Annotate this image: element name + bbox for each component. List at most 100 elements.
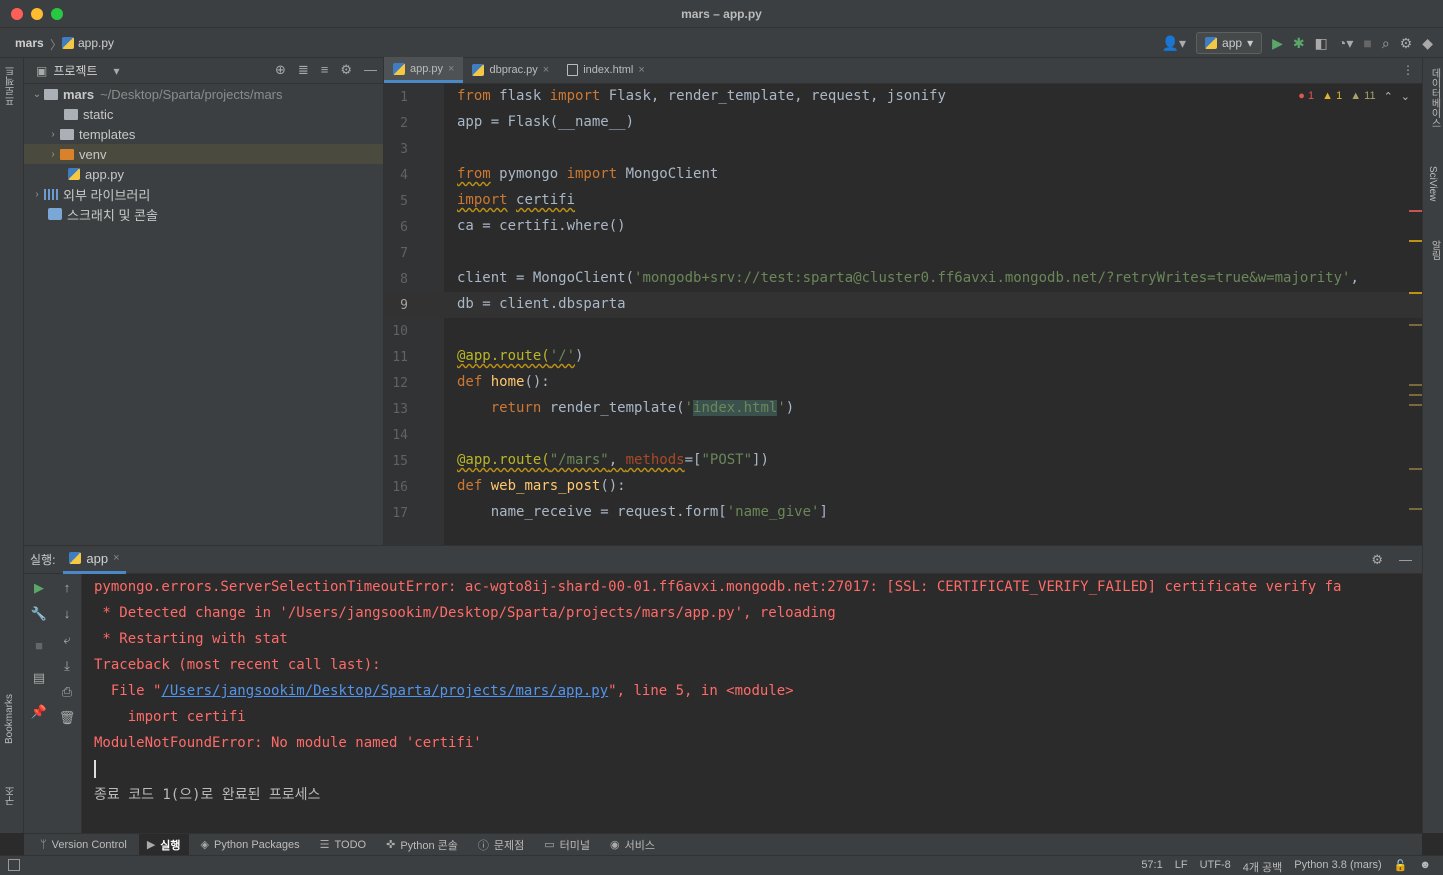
database-tool-button[interactable]: 데이터베이스 [1427, 68, 1442, 128]
weak-marker[interactable] [1409, 508, 1422, 510]
gear-icon[interactable]: ⚙ [340, 62, 352, 78]
gear-icon[interactable]: ⚙ [1371, 552, 1383, 568]
traceback-file-link[interactable]: /Users/jangsookim/Desktop/Sparta/project… [161, 683, 608, 699]
chevron-right-icon[interactable]: › [30, 189, 44, 200]
tree-item-templates[interactable]: › templates [24, 124, 383, 144]
tab-version-control[interactable]: ᛘ Version Control [32, 834, 135, 856]
trash-icon[interactable]: 🗑 [58, 710, 76, 726]
project-panel-title[interactable]: 프로젝트 [53, 62, 97, 79]
chevron-right-icon[interactable]: › [46, 129, 60, 140]
inspection-widget[interactable]: ● 1 ▲ 1 ▲ 11 ⌃ ⌄ [1298, 90, 1410, 103]
expand-all-icon[interactable]: ≣ [298, 62, 309, 78]
inspector-icon[interactable]: ☻ [1419, 859, 1431, 875]
structure-tool-button[interactable]: 구조 [4, 786, 19, 806]
tree-item-static[interactable]: static [24, 104, 383, 124]
chevron-down-icon[interactable]: ⌄ [30, 89, 44, 100]
close-icon[interactable]: × [543, 64, 549, 76]
rerun-icon[interactable]: ▶ [30, 580, 48, 596]
tree-item-app-py[interactable]: app.py [24, 164, 383, 184]
project-tool-button[interactable]: 프로젝트 [4, 66, 19, 106]
services-icon: ◉ [610, 839, 620, 851]
bookmarks-tool-button[interactable]: Bookmarks [4, 694, 15, 744]
run-icon[interactable]: ▶ [1272, 32, 1283, 54]
caret-position[interactable]: 57:1 [1141, 859, 1162, 875]
lock-icon[interactable]: 🔓 [1394, 859, 1408, 875]
tab-run[interactable]: ▶ 실행 [138, 833, 189, 856]
weak-marker[interactable] [1409, 468, 1422, 470]
editor-scrollbar-markers[interactable] [1408, 84, 1422, 545]
line-number: 2 [400, 116, 408, 131]
stop-icon[interactable]: ■ [1363, 32, 1371, 54]
search-icon[interactable]: ⌕ [1382, 32, 1390, 54]
toolbox-icon[interactable]: ◆ [1422, 32, 1433, 54]
breadcrumb-project[interactable]: mars [15, 36, 44, 50]
toolbar-right: 👤▾ app ▾ ▶ ✱ ◧ ◔▾ ■ ⌕ ⚙ ◆ [1162, 32, 1433, 54]
wrench-icon[interactable]: 🔧 [30, 606, 48, 622]
code-area[interactable]: 1 from flask import Flask, render_templa… [384, 84, 1422, 545]
tab-label: TODO [334, 838, 367, 851]
console-input-line[interactable] [94, 756, 1422, 782]
coverage-icon[interactable]: ◧ [1315, 32, 1328, 54]
profile-icon[interactable]: ◔▾ [1338, 32, 1353, 54]
weak-marker[interactable] [1409, 394, 1422, 396]
tab-python-packages[interactable]: ◈ Python Packages [193, 834, 308, 856]
chevron-right-icon[interactable]: › [46, 149, 60, 160]
debug-icon[interactable]: ✱ [1293, 32, 1305, 54]
tab-label: Version Control [51, 838, 127, 851]
close-icon[interactable]: × [448, 63, 454, 75]
tab-todo[interactable]: ☰ TODO [312, 834, 374, 856]
user-account-icon[interactable]: 👤▾ [1162, 32, 1186, 54]
indent-setting[interactable]: 4개 공백 [1243, 859, 1283, 875]
gear-icon[interactable]: ⚙ [1400, 32, 1413, 54]
warning-marker[interactable] [1409, 240, 1422, 242]
code-line: 5 import certifi [384, 188, 1422, 214]
error-marker[interactable] [1409, 210, 1422, 212]
more-options-icon[interactable]: ⋮ [1402, 63, 1414, 77]
tree-item-venv[interactable]: › venv [24, 144, 383, 164]
tab-python-console[interactable]: ✜ Python 콘솔 [378, 834, 466, 856]
warning-marker[interactable] [1409, 292, 1422, 294]
print-icon[interactable]: ⎙ [58, 684, 76, 700]
breadcrumb-file[interactable]: app.py [62, 36, 114, 50]
tree-root[interactable]: ⌄ mars ~/Desktop/Sparta/projects/mars [24, 84, 383, 104]
close-icon[interactable]: × [638, 64, 644, 76]
close-icon[interactable]: × [113, 552, 119, 564]
soft-wrap-icon[interactable]: ⤶ [58, 632, 76, 648]
tree-scratches[interactable]: 스크래치 및 콘솔 [24, 204, 383, 224]
scroll-down-icon[interactable]: ↓ [58, 606, 76, 621]
tree-external-libraries[interactable]: › 외부 라이브러리 [24, 184, 383, 204]
run-config-selector[interactable]: app ▾ [1196, 32, 1263, 54]
chevron-down-icon[interactable]: ▾ [114, 64, 120, 78]
scroll-to-end-icon[interactable]: ⤓ [58, 658, 76, 674]
tab-label: Python Packages [214, 838, 300, 851]
file-encoding[interactable]: UTF-8 [1200, 859, 1231, 875]
tab-app-py[interactable]: app.py × [384, 57, 464, 83]
tab-services[interactable]: ◉ 서비스 [602, 834, 663, 856]
layout-icon[interactable]: ▤ [30, 670, 48, 686]
scroll-up-icon[interactable]: ↑ [58, 580, 76, 595]
run-panel-header: 실행: app × ⚙ — [24, 546, 1422, 574]
tab-problems[interactable]: ⓘ 문제점 [470, 834, 532, 856]
weak-marker[interactable] [1409, 404, 1422, 406]
chevron-up-icon[interactable]: ⌃ [1384, 90, 1393, 103]
toggle-tool-windows-icon[interactable] [8, 859, 20, 871]
weak-marker[interactable] [1409, 384, 1422, 386]
notifications-tool-button[interactable]: 알림 [1427, 240, 1442, 260]
line-number: 4 [400, 168, 408, 183]
locate-file-icon[interactable]: ⊕ [275, 62, 286, 78]
collapse-all-icon[interactable]: ≡ [321, 62, 329, 78]
sciview-tool-button[interactable]: SciView [1427, 166, 1438, 201]
stop-icon[interactable]: ■ [30, 638, 48, 653]
pin-icon[interactable]: 📌 [30, 704, 48, 720]
problems-icon: ⓘ [477, 839, 489, 852]
weak-marker[interactable] [1409, 324, 1422, 326]
run-tab-app[interactable]: app × [63, 546, 126, 574]
tab-index-html[interactable]: index.html × [558, 57, 654, 83]
line-separator[interactable]: LF [1175, 859, 1188, 875]
python-interpreter[interactable]: Python 3.8 (mars) [1294, 859, 1381, 875]
tab-dbprac-py[interactable]: dbprac.py × [463, 57, 558, 83]
hide-panel-icon[interactable]: — [1399, 552, 1412, 568]
hide-panel-icon[interactable]: — [364, 62, 377, 78]
tab-terminal[interactable]: ▭ 터미널 [536, 834, 598, 856]
console-output[interactable]: pymongo.errors.ServerSelectionTimeoutErr… [94, 574, 1422, 834]
